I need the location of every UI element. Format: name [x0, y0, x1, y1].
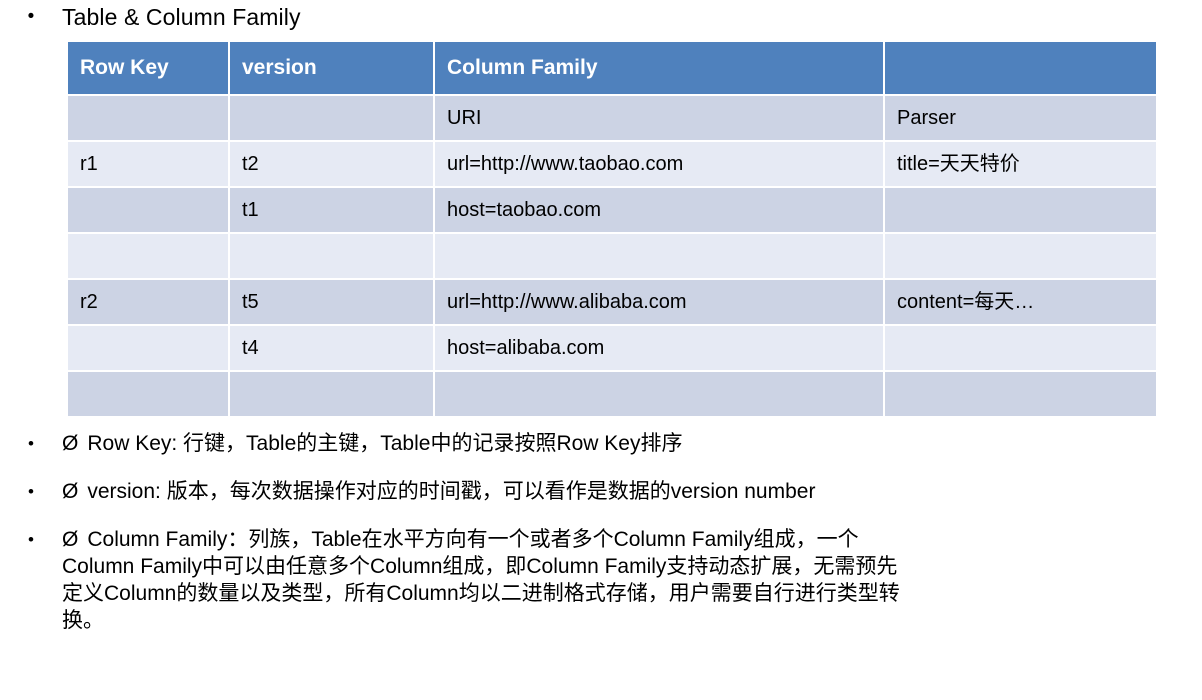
table-container: Row Key version Column Family URI Parser… [68, 42, 1156, 416]
cell-row-key [68, 234, 230, 280]
cell-column-family-2: Parser [885, 96, 1156, 142]
cell-column-family-2 [885, 326, 1156, 372]
cell-version [230, 234, 435, 280]
table-row: t4 host=alibaba.com [68, 326, 1156, 372]
slashed-o-icon: Ø [62, 432, 79, 455]
bullet-dot-icon: • [27, 6, 35, 27]
slashed-o-icon: Ø [62, 528, 79, 551]
bullet-dot-icon: • [28, 530, 34, 549]
slashed-o-icon: Ø [62, 480, 79, 503]
cell-column-family-2: content=每天… [885, 280, 1156, 326]
column-header-version: version [230, 42, 435, 96]
table-row: t1 host=taobao.com [68, 188, 1156, 234]
table-row: r2 t5 url=http://www.alibaba.com content… [68, 280, 1156, 326]
cell-column-family [435, 234, 885, 280]
cell-column-family: url=http://www.taobao.com [435, 142, 885, 188]
cell-row-key [68, 96, 230, 142]
cell-column-family: url=http://www.alibaba.com [435, 280, 885, 326]
bullet-item-row-key: • Ø Row Key: 行键，Table的主键，Table中的记录按照Row K… [0, 430, 1200, 458]
bullet-line: version: 版本，每次数据操作对应的时间戳，可以看作是数据的version… [87, 480, 816, 503]
cell-version [230, 96, 435, 142]
column-header-column-family: Column Family [435, 42, 885, 96]
cell-column-family: host=taobao.com [435, 188, 885, 234]
column-header-blank [885, 42, 1156, 96]
cell-column-family-2 [885, 188, 1156, 234]
cell-column-family: host=alibaba.com [435, 326, 885, 372]
bullet-list: • Ø Row Key: 行键，Table的主键，Table中的记录按照Row K… [0, 430, 1200, 634]
table-row: URI Parser [68, 96, 1156, 142]
bullet-dot-icon: • [28, 434, 34, 453]
slide-canvas: • Table & Column Family Row Key version … [0, 0, 1202, 700]
table-header: Row Key version Column Family [68, 42, 1156, 96]
cell-row-key [68, 372, 230, 416]
cell-version: t1 [230, 188, 435, 234]
cell-version [230, 372, 435, 416]
heading-bullet-row: • Table & Column Family [0, 2, 1150, 36]
table-body: URI Parser r1 t2 url=http://www.taobao.c… [68, 96, 1156, 416]
page-title: Table & Column Family [62, 4, 301, 30]
bullet-line-text: Column Family：列族，Table在水平方向有一个或者多个Column… [87, 528, 859, 551]
cell-column-family-2: title=天天特价 [885, 142, 1156, 188]
cell-column-family: URI [435, 96, 885, 142]
column-header-row-key: Row Key [68, 42, 230, 96]
cell-row-key: r1 [68, 142, 230, 188]
cell-column-family [435, 372, 885, 416]
bullet-line: Column Family中可以由任意多个Column组成，即Column Fa… [62, 555, 898, 578]
cell-version: t5 [230, 280, 435, 326]
bullet-line: 换。 [62, 609, 104, 632]
bullet-item-version: • Øversion: 版本，每次数据操作对应的时间戳，可以看作是数据的vers… [0, 478, 1200, 506]
cell-row-key [68, 188, 230, 234]
table-row [68, 234, 1156, 280]
cell-version: t4 [230, 326, 435, 372]
cell-version: t2 [230, 142, 435, 188]
bullet-line: 定义Column的数量以及类型，所有Column均以二进制格式存储，用户需要自行… [62, 582, 900, 605]
bullet-line: Ø Column Family：列族，Table在水平方向有一个或者多个Colum… [62, 526, 1182, 553]
cell-column-family-2 [885, 372, 1156, 416]
hbase-schema-table: Row Key version Column Family URI Parser… [68, 42, 1156, 416]
bullet-dot-icon: • [28, 482, 34, 501]
bullet-text-row-key: Ø Row Key: 行键，Table的主键，Table中的记录按照Row Key… [62, 430, 1182, 458]
cell-row-key [68, 326, 230, 372]
bullet-text-version: Øversion: 版本，每次数据操作对应的时间戳，可以看作是数据的versio… [62, 478, 1182, 506]
table-header-row: Row Key version Column Family [68, 42, 1156, 96]
table-row [68, 372, 1156, 416]
cell-row-key: r2 [68, 280, 230, 326]
bullet-item-column-family: • Ø Column Family：列族，Table在水平方向有一个或者多个Col… [0, 526, 1200, 634]
table-row: r1 t2 url=http://www.taobao.com title=天天… [68, 142, 1156, 188]
cell-column-family-2 [885, 234, 1156, 280]
bullet-line: Row Key: 行键，Table的主键，Table中的记录按照Row Key排… [87, 432, 683, 455]
bullet-text-column-family: Ø Column Family：列族，Table在水平方向有一个或者多个Colum… [62, 526, 1182, 634]
